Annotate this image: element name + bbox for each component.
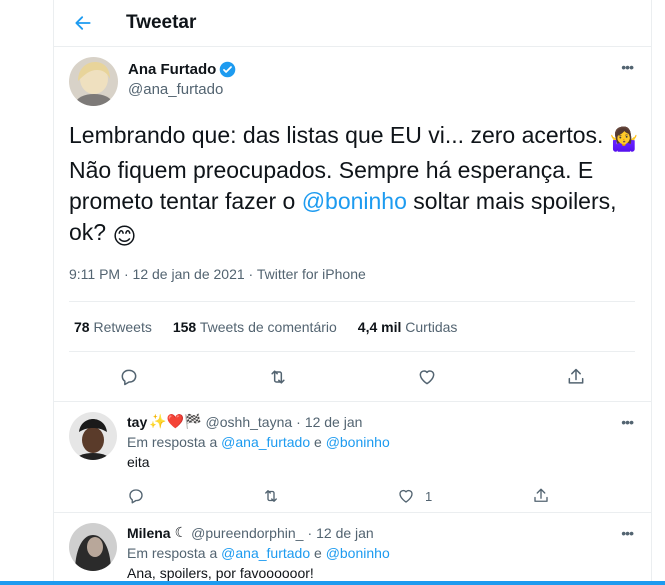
reply-context: Em resposta a @ana_furtado e @boninho	[127, 545, 635, 561]
reply-text: Ana, spoilers, por favoooooor!	[127, 565, 314, 581]
more-icon[interactable]: •••	[621, 414, 634, 430]
reply-actions: 1	[127, 476, 665, 516]
avatar[interactable]	[69, 412, 117, 460]
retweets-count: 78	[74, 318, 90, 335]
author-name[interactable]: Ana Furtado	[128, 61, 216, 78]
verified-badge-icon	[220, 61, 236, 78]
author-handle[interactable]: @ana_furtado	[128, 81, 236, 98]
like-button[interactable]: 1	[397, 487, 532, 505]
reply-mention-link[interactable]: @boninho	[326, 434, 390, 450]
reply-icon	[121, 369, 137, 385]
tweet-mention-link[interactable]: @boninho	[302, 188, 407, 214]
reply-button[interactable]	[109, 357, 149, 397]
tweet-actions	[54, 352, 651, 402]
author-row: Ana Furtado @ana_furtado •••	[69, 57, 635, 112]
reply-mention-link[interactable]: @boninho	[326, 545, 390, 561]
comments-count: 158	[172, 318, 197, 335]
comments-stat[interactable]: 158 Tweets de comentário	[173, 319, 337, 335]
right-gutter	[652, 0, 665, 585]
reply-date[interactable]: 12 de jan	[316, 525, 374, 541]
reply-name-emojis: ✨❤️🏁	[149, 413, 202, 429]
author-info: Ana Furtado @ana_furtado	[128, 61, 236, 98]
shrug-emoji-icon: 🤷‍♀️	[609, 126, 639, 152]
reply-body: Milena ☾ @pureendorphin_ · 12 de jan Em …	[127, 523, 635, 585]
retweets-stat[interactable]: 78 Retweets	[74, 319, 152, 335]
reply-mention-link[interactable]: @ana_furtado	[221, 434, 310, 450]
retweet-icon	[271, 369, 285, 384]
reply-author-handle[interactable]: @oshh_tayna	[206, 414, 293, 430]
reply-prefix: Em resposta a	[127, 545, 218, 561]
page-title: Tweetar	[126, 12, 197, 33]
more-icon[interactable]: •••	[621, 59, 634, 75]
reply-header: tay ✨❤️🏁 @oshh_tayna · 12 de jan	[127, 412, 665, 431]
reply-author-name[interactable]: Milena	[127, 525, 171, 541]
reply-icon	[129, 489, 143, 504]
reply-name-emojis: ☾	[174, 524, 188, 540]
share-icon	[534, 488, 548, 502]
reply-item[interactable]: tay ✨❤️🏁 @oshh_tayna · 12 de jan Em resp…	[54, 402, 651, 513]
reply-button[interactable]	[127, 487, 262, 505]
tweet-meta[interactable]: 9:11 PM · 12 de jan de 2021 · Twitter fo…	[69, 266, 635, 296]
likes-label: Curtidas	[405, 318, 458, 335]
separator-dot: ·	[296, 413, 301, 430]
left-gutter	[0, 0, 54, 585]
share-button[interactable]	[532, 487, 665, 505]
tweet-text: Lembrando que: das listas que EU vi... z…	[69, 120, 639, 252]
reply-prefix: Em resposta a	[127, 434, 218, 450]
reply-item[interactable]: Milena ☾ @pureendorphin_ · 12 de jan Em …	[54, 513, 651, 585]
comments-label: Tweets de comentário	[199, 318, 337, 335]
back-arrow-icon	[75, 16, 91, 30]
reply-text: eita	[127, 454, 150, 470]
reply-conjunction: e	[314, 545, 322, 561]
share-icon	[568, 368, 584, 384]
tweet-text-part-1: Lembrando que: das listas que EU vi... z…	[69, 122, 610, 148]
share-button[interactable]	[556, 357, 596, 397]
likes-stat[interactable]: 4,4 mil Curtidas	[358, 319, 458, 335]
reply-date[interactable]: 12 de jan	[305, 414, 363, 430]
like-icon	[419, 369, 435, 384]
retweet-button[interactable]	[258, 357, 298, 397]
like-count: 1	[425, 488, 433, 504]
page-header: Tweetar	[54, 0, 651, 47]
retweets-label: Retweets	[93, 318, 152, 335]
reply-author-name[interactable]: tay	[127, 414, 147, 430]
avatar[interactable]	[69, 57, 118, 106]
like-icon	[399, 489, 413, 503]
retweet-icon	[265, 490, 277, 502]
like-button[interactable]	[407, 357, 447, 397]
more-icon[interactable]: •••	[621, 525, 634, 541]
reply-mention-link[interactable]: @ana_furtado	[221, 545, 310, 561]
reply-conjunction: e	[314, 434, 322, 450]
main-tweet: Ana Furtado @ana_furtado ••• Lembrando q…	[54, 47, 651, 352]
likes-count: 4,4 mil	[357, 318, 402, 335]
reply-header: Milena ☾ @pureendorphin_ · 12 de jan	[127, 523, 635, 542]
back-button[interactable]	[54, 0, 112, 47]
avatar[interactable]	[69, 523, 117, 571]
reply-author-handle[interactable]: @pureendorphin_	[191, 525, 303, 541]
smile-emoji-icon: 😊	[112, 223, 137, 249]
tweet-stats: 78 Retweets 158 Tweets de comentário 4,4…	[69, 301, 635, 352]
reply-context: Em resposta a @ana_furtado e @boninho	[127, 434, 665, 450]
reply-body: tay ✨❤️🏁 @oshh_tayna · 12 de jan Em resp…	[127, 412, 665, 512]
retweet-button[interactable]	[262, 487, 397, 505]
timeline-column: Tweetar Ana Furtado @ana_furtado ••• Lem…	[54, 0, 652, 585]
separator-dot: ·	[307, 524, 313, 541]
bottom-accent-bar	[0, 581, 665, 585]
